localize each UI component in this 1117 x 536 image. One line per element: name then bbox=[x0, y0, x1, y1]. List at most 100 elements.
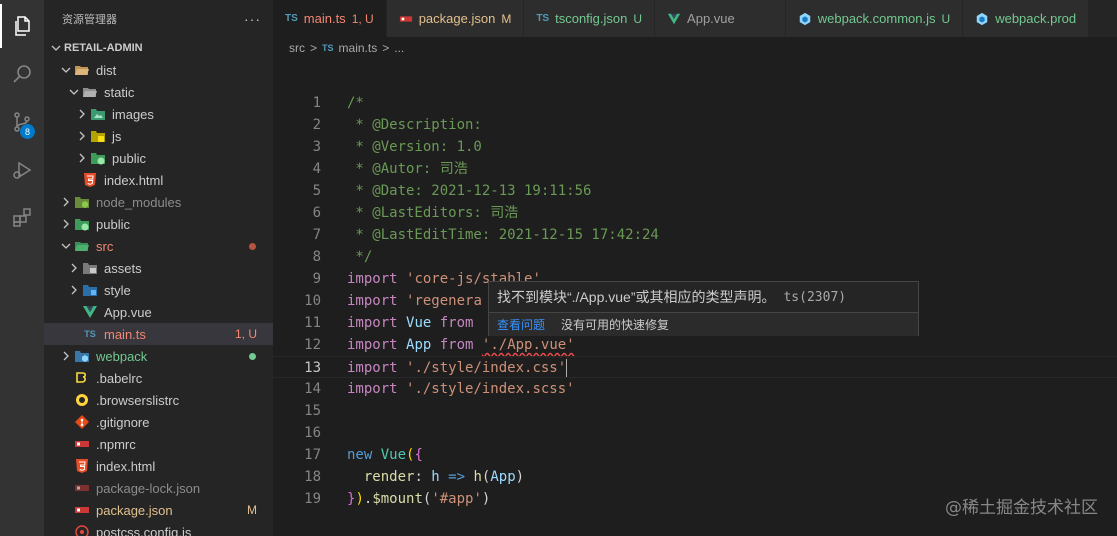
explorer-icon[interactable] bbox=[0, 4, 44, 48]
tree-item-package-lock-json[interactable]: package-lock.json bbox=[44, 477, 273, 499]
code-line: 3 * @Version: 1.0 bbox=[312, 139, 482, 155]
chevron-down-icon bbox=[58, 238, 74, 254]
npm-file-icon bbox=[74, 502, 90, 518]
chevron-down-icon bbox=[48, 40, 64, 56]
folder-open-icon bbox=[82, 84, 98, 100]
chevron-down-icon bbox=[58, 62, 74, 78]
postcss-file-icon bbox=[74, 524, 90, 536]
chevron-right-icon bbox=[58, 216, 74, 232]
tree-item-style[interactable]: style bbox=[44, 279, 273, 301]
explorer-sidebar: 资源管理器 ··· RETAIL-ADMIN dist static image… bbox=[44, 0, 273, 536]
tree-item-dist-index-html[interactable]: index.html bbox=[44, 169, 273, 191]
folder-public-icon bbox=[90, 150, 106, 166]
tree-item-gitignore[interactable]: .gitignore bbox=[44, 411, 273, 433]
code-line: 14 import './style/index.scss' bbox=[304, 381, 575, 397]
search-icon[interactable] bbox=[0, 52, 44, 96]
tab-app-vue[interactable]: App.vue bbox=[655, 0, 786, 37]
code-line: 5 * @Date: 2021-12-13 19:11:56 bbox=[312, 183, 592, 199]
code-line: 6 * @LastEditors: 司浩 bbox=[312, 205, 519, 221]
git-file-icon bbox=[74, 414, 90, 430]
npm-icon bbox=[399, 12, 413, 26]
tree-item-js[interactable]: js bbox=[44, 125, 273, 147]
typescript-icon: TS bbox=[285, 13, 298, 24]
project-root[interactable]: RETAIL-ADMIN bbox=[44, 37, 273, 59]
babel-file-icon bbox=[74, 370, 90, 386]
text-cursor bbox=[566, 359, 568, 377]
folder-style-icon bbox=[82, 282, 98, 298]
tree-item-webpack[interactable]: webpack bbox=[44, 345, 273, 367]
explorer-header: 资源管理器 ··· bbox=[44, 0, 273, 37]
tab-tsconfig-json[interactable]: TS tsconfig.json U bbox=[524, 0, 656, 37]
problem-dot bbox=[249, 242, 256, 250]
more-actions-icon[interactable]: ··· bbox=[244, 11, 261, 27]
webpack-icon bbox=[798, 12, 812, 26]
tree-item-src[interactable]: src bbox=[44, 235, 273, 257]
npm-file-icon bbox=[74, 436, 90, 452]
chevron-right-icon bbox=[74, 128, 90, 144]
tree-item-package-json[interactable]: package.json M bbox=[44, 499, 273, 521]
chevron-right-icon bbox=[66, 282, 82, 298]
folder-webpack-icon bbox=[74, 348, 90, 364]
tree-item-dist[interactable]: dist bbox=[44, 59, 273, 81]
tab-package-json[interactable]: package.json M bbox=[386, 0, 525, 37]
folder-js-icon bbox=[90, 128, 106, 144]
tree-item-images[interactable]: images bbox=[44, 103, 273, 125]
folder-open-icon bbox=[74, 62, 90, 78]
tree-item-babelrc[interactable]: .babelrc bbox=[44, 367, 273, 389]
tree-item-node-modules[interactable]: node_modules bbox=[44, 191, 273, 213]
code-line: 12 import App from './App.vue' bbox=[304, 337, 575, 353]
folder-public-icon bbox=[74, 216, 90, 232]
tsconfig-icon: TS bbox=[536, 13, 550, 24]
code-line: 16 bbox=[304, 425, 321, 441]
typescript-file-icon: TS bbox=[84, 329, 96, 339]
code-line: 2 * @Description: bbox=[312, 117, 482, 133]
tree-item-app-vue[interactable]: App.vue bbox=[44, 301, 273, 323]
tree-item-index-html[interactable]: index.html bbox=[44, 455, 273, 477]
tree-item-postcss-config[interactable]: postcss.config.js bbox=[44, 521, 273, 536]
code-line: 7 * @LastEditTime: 2021-12-15 17:42:24 bbox=[312, 227, 659, 243]
view-problem-link[interactable]: 查看问题 bbox=[497, 316, 545, 333]
tab-webpack-common[interactable]: webpack.common.js U bbox=[785, 0, 964, 37]
breadcrumb-folder[interactable]: src bbox=[289, 41, 305, 55]
explorer-title: 资源管理器 bbox=[62, 13, 117, 26]
folder-node-icon bbox=[74, 194, 90, 210]
code-line: 15 bbox=[304, 403, 321, 419]
run-debug-icon[interactable] bbox=[0, 148, 44, 192]
chevron-right-icon bbox=[66, 260, 82, 276]
source-control-icon[interactable]: 8 bbox=[0, 100, 44, 144]
file-status: M bbox=[247, 503, 257, 517]
scm-badge: 8 bbox=[20, 124, 35, 139]
typescript-icon: TS bbox=[322, 43, 334, 53]
breadcrumb-more[interactable]: ... bbox=[394, 41, 404, 55]
tree-item-npmrc[interactable]: .npmrc bbox=[44, 433, 273, 455]
chevron-right-icon bbox=[58, 348, 74, 364]
breadcrumb-file[interactable]: main.ts bbox=[339, 41, 378, 55]
chevron-right-icon: > bbox=[382, 41, 390, 55]
tab-webpack-prod[interactable]: webpack.prod bbox=[963, 0, 1090, 37]
chevron-right-icon bbox=[58, 194, 74, 210]
error-hover-widget: 找不到模块“./App.vue”或其相应的类型声明。 ts(2307) 查看问题… bbox=[488, 281, 919, 336]
npm-file-icon bbox=[74, 480, 90, 496]
html-file-icon bbox=[82, 172, 98, 188]
activity-bar: 8 bbox=[0, 0, 44, 536]
code-line-current: 13 import './style/index.css' bbox=[273, 356, 1117, 378]
tree-item-root-public[interactable]: public bbox=[44, 213, 273, 235]
no-quick-fix-text: 没有可用的快速修复 bbox=[561, 318, 670, 332]
code-line: 8 */ bbox=[312, 249, 373, 265]
tree-item-static[interactable]: static bbox=[44, 81, 273, 103]
tab-main-ts[interactable]: TS main.ts 1, U bbox=[273, 0, 387, 37]
browserslist-file-icon bbox=[74, 392, 90, 408]
tree-item-main-ts[interactable]: TS main.ts 1, U bbox=[44, 323, 273, 345]
code-line: 4 * @Autor: 司浩 bbox=[312, 161, 468, 177]
webpack-icon bbox=[975, 12, 989, 26]
hover-message: 找不到模块“./App.vue”或其相应的类型声明。 ts(2307) bbox=[497, 289, 847, 305]
vue-icon bbox=[667, 12, 681, 26]
error-squiggle: './App.vue' bbox=[481, 337, 575, 353]
extensions-icon[interactable] bbox=[0, 196, 44, 240]
tree-item-assets[interactable]: assets bbox=[44, 257, 273, 279]
code-line: 18 render: h => h(App) bbox=[304, 469, 525, 485]
tree-item-public[interactable]: public bbox=[44, 147, 273, 169]
error-code: ts(2307) bbox=[783, 289, 847, 305]
tab-bar: TS main.ts 1, U package.json M TS tsconf… bbox=[273, 0, 1117, 37]
tree-item-browserslistrc[interactable]: .browserslistrc bbox=[44, 389, 273, 411]
